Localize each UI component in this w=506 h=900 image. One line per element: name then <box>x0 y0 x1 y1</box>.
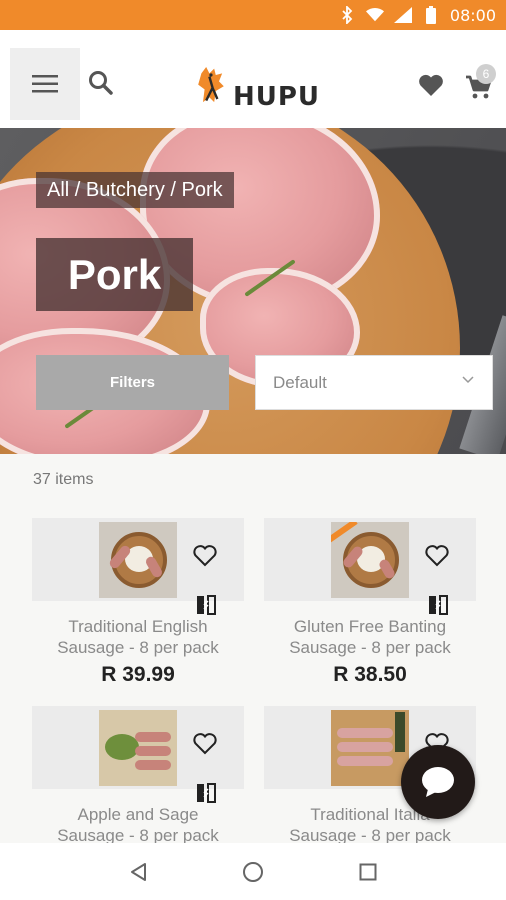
product-image-area <box>32 518 244 601</box>
menu-icon <box>32 75 58 93</box>
status-time: 08:00 <box>449 5 496 25</box>
compare-icon[interactable] <box>426 593 450 617</box>
filters-button[interactable]: Filters <box>36 355 229 410</box>
heart-outline-icon[interactable] <box>192 731 218 757</box>
product-name[interactable]: Apple and Sage Sausage - 8 per pack <box>32 804 244 846</box>
product-image-area <box>32 706 244 789</box>
hupu-logo[interactable]: HUPU <box>195 58 320 114</box>
home-circle-icon <box>242 861 263 882</box>
lte-signal-icon <box>393 6 412 24</box>
product-image[interactable] <box>99 710 177 786</box>
product-name-line1: Gluten Free Banting <box>293 617 447 636</box>
back-triangle-icon <box>130 862 146 881</box>
product-image[interactable] <box>331 522 409 598</box>
compare-icon[interactable] <box>194 781 218 805</box>
search-icon <box>89 71 113 95</box>
cart-button[interactable]: 6 <box>458 64 498 104</box>
product-name[interactable]: Traditional English Sausage - 8 per pack <box>32 616 244 658</box>
wishlist-button[interactable] <box>416 70 446 100</box>
product-name-line1: Apple and Sage <box>77 805 199 824</box>
product-price: R 38.50 <box>333 663 407 686</box>
product-card[interactable]: Traditional English Sausage - 8 per pack… <box>32 518 244 698</box>
item-count: 37 items <box>33 471 94 488</box>
home-button[interactable] <box>238 857 268 887</box>
chat-button[interactable] <box>401 745 475 819</box>
heart-outline-icon[interactable] <box>424 543 450 569</box>
search-button[interactable] <box>86 68 116 98</box>
recents-square-icon <box>359 863 377 880</box>
product-price: R 39.99 <box>101 663 175 686</box>
page-title: Pork <box>36 238 193 311</box>
product-image[interactable] <box>331 710 409 786</box>
product-name-line2: Sausage - 8 per pack <box>289 638 451 657</box>
chat-bubble-icon <box>422 767 454 797</box>
product-name-line1: Traditional English <box>68 617 208 636</box>
heart-outline-icon[interactable] <box>192 543 218 569</box>
compare-icon[interactable] <box>194 593 218 617</box>
status-bar: 08:00 <box>0 0 506 30</box>
battery-icon <box>422 6 440 24</box>
product-name[interactable]: Gluten Free Banting Sausage - 8 per pack <box>264 616 476 658</box>
product-image-area <box>264 518 476 601</box>
recents-button[interactable] <box>353 857 383 887</box>
back-button[interactable] <box>123 857 153 887</box>
chevron-down-icon <box>462 376 474 384</box>
sort-select-value: Default <box>273 372 327 392</box>
app-header: HUPU 6 <box>0 30 506 128</box>
heart-icon <box>419 74 443 96</box>
logo-mark-icon <box>198 67 224 103</box>
menu-button[interactable] <box>10 48 80 120</box>
wifi-icon <box>365 6 384 24</box>
cart-count-badge: 6 <box>476 64 496 84</box>
product-name-line2: Sausage - 8 per pack <box>57 638 219 657</box>
system-nav-bar <box>0 843 506 900</box>
bluetooth-icon <box>338 6 356 24</box>
breadcrumb[interactable]: All / Butchery / Pork <box>36 172 234 208</box>
logo-text: HUPU <box>232 82 320 112</box>
category-hero: All / Butchery / Pork Pork Filters Defau… <box>0 128 506 454</box>
sort-select[interactable]: Default <box>255 355 493 410</box>
product-image[interactable] <box>99 522 177 598</box>
product-card[interactable]: Gluten Free Banting Sausage - 8 per pack… <box>264 518 476 698</box>
